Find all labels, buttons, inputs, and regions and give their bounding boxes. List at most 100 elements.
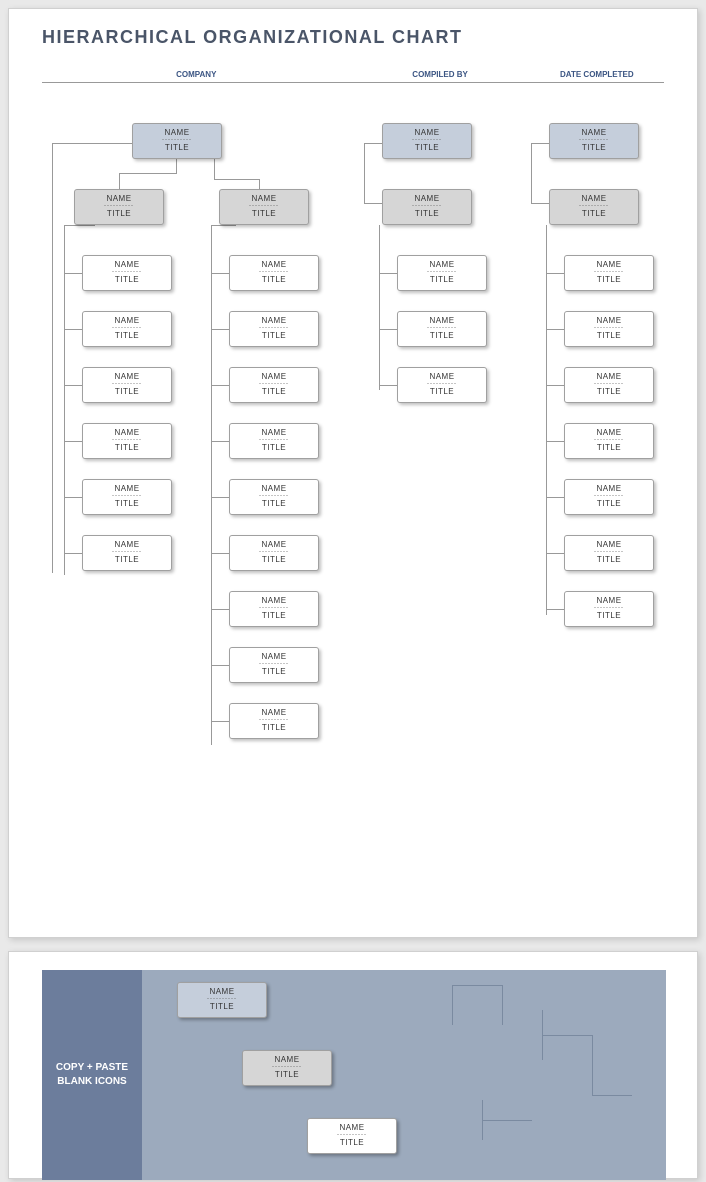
node-name: NAME: [243, 1055, 331, 1064]
node-title: TITLE: [565, 555, 653, 564]
node-title: TITLE: [565, 499, 653, 508]
org-node-top[interactable]: NAME----------TITLE: [382, 123, 472, 159]
connector: [379, 225, 380, 390]
connector: [531, 143, 532, 203]
connector: [379, 273, 397, 274]
node-name: NAME: [230, 372, 318, 381]
node-name: NAME: [565, 316, 653, 325]
connector: [531, 143, 549, 144]
org-node-child[interactable]: NAME----------TITLE: [229, 479, 319, 515]
org-node-manager[interactable]: NAME----------TITLE: [549, 189, 639, 225]
org-node-top[interactable]: NAME ---------- TITLE: [132, 123, 222, 159]
connector: [176, 159, 177, 173]
connector-sample[interactable]: [592, 1035, 593, 1095]
node-title: TITLE: [83, 275, 171, 284]
org-node-child[interactable]: NAME----------TITLE: [82, 255, 172, 291]
node-name: NAME: [383, 128, 471, 137]
connector: [546, 273, 564, 274]
node-title: TITLE: [550, 143, 638, 152]
connector-sample[interactable]: [452, 985, 502, 986]
node-name: NAME: [230, 428, 318, 437]
connector-sample[interactable]: [592, 1095, 632, 1096]
org-node-child[interactable]: NAME----------TITLE: [564, 479, 654, 515]
node-name: NAME: [565, 372, 653, 381]
connector: [211, 273, 229, 274]
node-name: NAME: [398, 316, 486, 325]
connector: [52, 143, 133, 144]
org-node-child[interactable]: NAME----------TITLE: [82, 367, 172, 403]
org-node-child[interactable]: NAME----------TITLE: [397, 255, 487, 291]
node-title: TITLE: [230, 331, 318, 340]
connector: [379, 385, 397, 386]
copy-paste-label: COPY + PASTE BLANK ICONS: [42, 970, 142, 1180]
connector: [211, 721, 229, 722]
org-node-child[interactable]: NAME----------TITLE: [564, 311, 654, 347]
org-node-child[interactable]: NAME----------TITLE: [82, 423, 172, 459]
template-node-white[interactable]: NAME----------TITLE: [307, 1118, 397, 1154]
node-name: NAME: [308, 1123, 396, 1132]
connector: [52, 143, 53, 573]
node-name: NAME: [83, 260, 171, 269]
node-title: TITLE: [220, 209, 308, 218]
node-title: TITLE: [565, 275, 653, 284]
org-node-child[interactable]: NAME----------TITLE: [564, 367, 654, 403]
node-title: TITLE: [230, 555, 318, 564]
node-title: TITLE: [550, 209, 638, 218]
connector: [546, 553, 564, 554]
node-name: NAME: [230, 316, 318, 325]
connector: [119, 173, 120, 189]
org-node-child[interactable]: NAME----------TITLE: [229, 535, 319, 571]
connector: [531, 203, 549, 204]
connector: [364, 143, 365, 203]
node-title: TITLE: [565, 387, 653, 396]
org-node-child[interactable]: NAME----------TITLE: [564, 535, 654, 571]
connector: [64, 497, 82, 498]
connector: [64, 225, 65, 575]
connector: [64, 385, 82, 386]
node-name: NAME: [565, 540, 653, 549]
connector: [259, 179, 260, 189]
org-node-child[interactable]: NAME----------TITLE: [229, 367, 319, 403]
node-name: NAME: [83, 372, 171, 381]
org-node-top[interactable]: NAME----------TITLE: [549, 123, 639, 159]
org-node-child[interactable]: NAME----------TITLE: [229, 423, 319, 459]
connector: [546, 441, 564, 442]
org-node-child[interactable]: NAME----------TITLE: [229, 647, 319, 683]
org-node-manager[interactable]: NAME ---------- TITLE: [219, 189, 309, 225]
org-node-child[interactable]: NAME----------TITLE: [82, 479, 172, 515]
copy-paste-panel: NAME----------TITLE NAME----------TITLE …: [142, 970, 666, 1180]
org-node-manager[interactable]: NAME----------TITLE: [382, 189, 472, 225]
node-name: NAME: [550, 128, 638, 137]
connector: [64, 441, 82, 442]
node-title: TITLE: [243, 1070, 331, 1079]
org-node-child[interactable]: NAME----------TITLE: [564, 591, 654, 627]
connector-sample[interactable]: [502, 985, 503, 1025]
connector-sample[interactable]: [452, 985, 453, 1025]
org-node-child[interactable]: NAME----------TITLE: [397, 311, 487, 347]
org-node-child[interactable]: NAME----------TITLE: [229, 311, 319, 347]
org-node-child[interactable]: NAME----------TITLE: [229, 591, 319, 627]
connector-sample[interactable]: [542, 1035, 592, 1036]
org-node-child[interactable]: NAME----------TITLE: [564, 255, 654, 291]
node-title: TITLE: [230, 275, 318, 284]
connector: [211, 329, 229, 330]
org-node-child[interactable]: NAME----------TITLE: [82, 311, 172, 347]
template-node-blue[interactable]: NAME----------TITLE: [177, 982, 267, 1018]
org-node-child[interactable]: NAME----------TITLE: [397, 367, 487, 403]
node-title: TITLE: [83, 555, 171, 564]
connector: [64, 225, 94, 226]
connector: [211, 609, 229, 610]
org-node-child[interactable]: NAME----------TITLE: [229, 255, 319, 291]
header-date-completed: DATE COMPLETED: [530, 70, 664, 82]
org-node-child[interactable]: NAME----------TITLE: [229, 703, 319, 739]
template-node-grey[interactable]: NAME----------TITLE: [242, 1050, 332, 1086]
node-title: TITLE: [75, 209, 163, 218]
node-title: TITLE: [83, 499, 171, 508]
org-node-manager[interactable]: NAME ---------- TITLE: [74, 189, 164, 225]
connector: [546, 385, 564, 386]
org-node-child[interactable]: NAME----------TITLE: [82, 535, 172, 571]
node-name: NAME: [398, 372, 486, 381]
node-title: TITLE: [230, 443, 318, 452]
connector-sample[interactable]: [482, 1120, 532, 1121]
org-node-child[interactable]: NAME----------TITLE: [564, 423, 654, 459]
